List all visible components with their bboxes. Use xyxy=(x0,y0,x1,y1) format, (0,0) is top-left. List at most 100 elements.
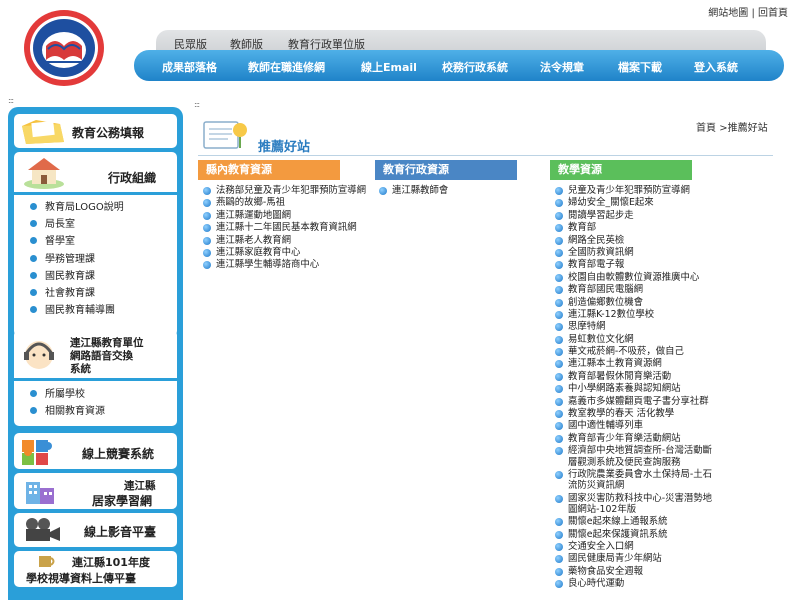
video-platform-title: 線上影音平臺 xyxy=(84,525,157,539)
upload-line1: 連江縣101年度 xyxy=(72,556,150,569)
nav-regulations[interactable]: 法令規章 xyxy=(540,59,584,75)
list-item[interactable]: 經濟部中央地質調查所-台灣活動斷層觀測系統及便民查詢服務 xyxy=(554,445,720,468)
list-item[interactable]: 網路全民英檢 xyxy=(554,235,720,246)
top-links-separator: | xyxy=(751,8,755,19)
accesskey-main[interactable]: ::: xyxy=(194,100,200,109)
voice-exchange-banner[interactable]: 連江縣教育單位 網路語音交換 系統 xyxy=(14,330,177,378)
top-links: 網站地圖 | 回首頁 xyxy=(708,4,788,19)
nav-downloads[interactable]: 檔案下載 xyxy=(618,59,662,75)
list-item[interactable]: 連江縣老人教育網 xyxy=(202,235,368,246)
admin-org-title: 行政組織 xyxy=(108,171,157,185)
list-item[interactable]: 連江縣K-12數位學校 xyxy=(554,309,720,320)
list-item[interactable]: 婦幼安全_關懷E起來 xyxy=(554,197,720,208)
list-item[interactable]: 關懷e起來保護資訊系統 xyxy=(554,529,720,540)
education-department-logo[interactable] xyxy=(14,6,126,90)
list-item[interactable]: 教育部電子報 xyxy=(554,259,720,270)
list-item[interactable]: 中小學網路素養與認知網站 xyxy=(554,383,720,394)
list-item[interactable]: 行政院農業委員會水土保持局-土石流防災資訊網 xyxy=(554,469,720,492)
admin-resources-list: 連江縣教師會 xyxy=(378,185,538,197)
list-item[interactable]: 國中適性輔導列車 xyxy=(554,420,720,431)
org-item-logo[interactable]: 教育局LOGO說明 xyxy=(30,199,124,216)
list-item[interactable]: 交通安全入口網 xyxy=(554,541,720,552)
list-item[interactable]: 創造偏鄉數位機會 xyxy=(554,297,720,308)
upload-line2: 學校視導資料上傳平臺 xyxy=(26,572,136,585)
online-contest-banner[interactable]: 線上競賽系統 xyxy=(14,433,177,469)
online-contest-title: 線上競賽系統 xyxy=(82,447,155,461)
home-learning-banner[interactable]: 連江縣 居家學習網 xyxy=(14,473,177,509)
org-item-student-affairs[interactable]: 學務管理課 xyxy=(30,251,124,268)
gov-report-title: 教育公務填報 xyxy=(72,126,145,140)
breadcrumb: 首頁 >推薦好站 xyxy=(696,119,768,134)
nav-login[interactable]: 登入系統 xyxy=(694,59,738,75)
col-header-teaching: 教學資源 xyxy=(550,160,692,180)
voice-exchange-box: 連江縣教育單位 網路語音交換 系統 所屬學校 相關教育資源 xyxy=(14,330,177,426)
nav-blog[interactable]: 成果部落格 xyxy=(162,59,217,75)
home-learning-line1: 連江縣 xyxy=(124,480,156,492)
col-header-county: 縣內教育資源 xyxy=(198,160,340,180)
list-item[interactable]: 閱讀學習起步走 xyxy=(554,210,720,221)
org-item-national-edu[interactable]: 國民教育課 xyxy=(30,268,124,285)
org-item-inspector[interactable]: 督學室 xyxy=(30,233,124,250)
gov-report-banner[interactable]: 教育公務填報 xyxy=(14,114,177,148)
list-item[interactable]: 連江縣教師會 xyxy=(378,185,538,196)
cup-icon xyxy=(39,556,55,567)
breadcrumb-current: >推薦好站 xyxy=(719,123,768,134)
org-item-guidance-team[interactable]: 國民教育輔導團 xyxy=(30,302,124,319)
admin-org-box: 行政組織 教育局LOGO說明 局長室 督學室 學務管理課 國民教育課 社會教育課… xyxy=(14,152,177,336)
teaching-resources-list: 兒童及青少年犯罪預防宣導網 婦幼安全_關懷E起來 閱讀學習起步走 教育部 網路全… xyxy=(554,185,720,591)
list-item[interactable]: 國民健康局青少年網站 xyxy=(554,553,720,564)
house-icon xyxy=(24,158,64,189)
list-item[interactable]: 連江縣本土教育資源網 xyxy=(554,358,720,369)
admin-org-menu: 教育局LOGO說明 局長室 督學室 學務管理課 國民教育課 社會教育課 國民教育… xyxy=(30,199,124,319)
list-item[interactable]: 良心時代運動 xyxy=(554,578,720,589)
camera-icon xyxy=(26,518,60,541)
voice-divider xyxy=(14,378,177,381)
admin-org-divider xyxy=(14,192,177,195)
list-item[interactable]: 易虹數位文化網 xyxy=(554,334,720,345)
link-affiliated-schools[interactable]: 所屬學校 xyxy=(30,386,105,403)
county-resources-list: 法務部兒童及青少年犯罪預防宣導網 燕鷗的故鄉-馬祖 連江縣運動地圖網 連江縣十二… xyxy=(202,185,368,272)
list-item[interactable]: 華文戒菸網-不吸菸，做自己 xyxy=(554,346,720,357)
breadcrumb-home[interactable]: 首頁 xyxy=(696,123,716,134)
main-nav: 成果部落格 教師在職進修網 線上Email 校務行政系統 法令規章 檔案下載 登… xyxy=(134,50,784,81)
home-learning-line2: 居家學習網 xyxy=(92,494,153,508)
nav-teacher-training[interactable]: 教師在職進修網 xyxy=(248,59,325,75)
list-item[interactable]: 連江縣學生輔導諮商中心 xyxy=(202,259,368,270)
list-item[interactable]: 兒童及青少年犯罪預防宣導網 xyxy=(554,185,720,196)
nav-email[interactable]: 線上Email xyxy=(361,59,417,75)
accesskey-left[interactable]: ::: xyxy=(8,96,14,105)
list-item[interactable]: 藥物食品安全週報 xyxy=(554,566,720,577)
link-edu-resources[interactable]: 相關教育資源 xyxy=(30,403,105,420)
nav-school-admin[interactable]: 校務行政系統 xyxy=(442,59,508,75)
top-link-home[interactable]: 回首頁 xyxy=(758,8,788,19)
org-item-director[interactable]: 局長室 xyxy=(30,216,124,233)
list-item[interactable]: 教育部 xyxy=(554,222,720,233)
folder-icon xyxy=(22,120,64,144)
list-item[interactable]: 關懷e起來線上通報系統 xyxy=(554,516,720,527)
list-item[interactable]: 嘉義市多媒體翻頁電子書分享社群 xyxy=(554,396,720,407)
col-header-admin: 教育行政資源 xyxy=(375,160,517,180)
inspection-upload-banner[interactable]: 連江縣101年度 學校視導資料上傳平臺 xyxy=(14,551,177,587)
list-item[interactable]: 教育部青少年育樂活動網站 xyxy=(554,433,720,444)
headset-person-icon xyxy=(24,341,54,369)
list-item[interactable]: 教育部暑假休閒育樂活動 xyxy=(554,371,720,382)
page-title: 推薦好站 xyxy=(258,140,311,155)
top-link-sitemap[interactable]: 網站地圖 xyxy=(708,8,748,19)
resource-links-menu: 所屬學校 相關教育資源 xyxy=(30,386,105,420)
video-platform-banner[interactable]: 線上影音平臺 xyxy=(14,513,177,547)
org-item-social-edu[interactable]: 社會教育課 xyxy=(30,285,124,302)
list-item[interactable]: 國家災害防救科技中心-災害潛勢地圖網站-102年版 xyxy=(554,493,720,516)
building-icon xyxy=(26,482,54,504)
list-item[interactable]: 教育部國民電腦網 xyxy=(554,284,720,295)
title-rule xyxy=(198,155,773,156)
list-item[interactable]: 全國防救資訊網 xyxy=(554,247,720,258)
list-item[interactable]: 連江縣家庭教育中心 xyxy=(202,247,368,258)
list-item[interactable]: 法務部兒童及青少年犯罪預防宣導網 xyxy=(202,185,368,196)
list-item[interactable]: 燕鷗的故鄉-馬祖 xyxy=(202,197,368,208)
notepad-icon xyxy=(203,121,247,149)
list-item[interactable]: 教室教學的春天 活化教學 xyxy=(554,408,720,419)
list-item[interactable]: 校園自由軟體數位資源推廣中心 xyxy=(554,272,720,283)
list-item[interactable]: 思摩特網 xyxy=(554,321,720,332)
list-item[interactable]: 連江縣運動地圖網 xyxy=(202,210,368,221)
list-item[interactable]: 連江縣十二年國民基本教育資訊網 xyxy=(202,222,368,233)
